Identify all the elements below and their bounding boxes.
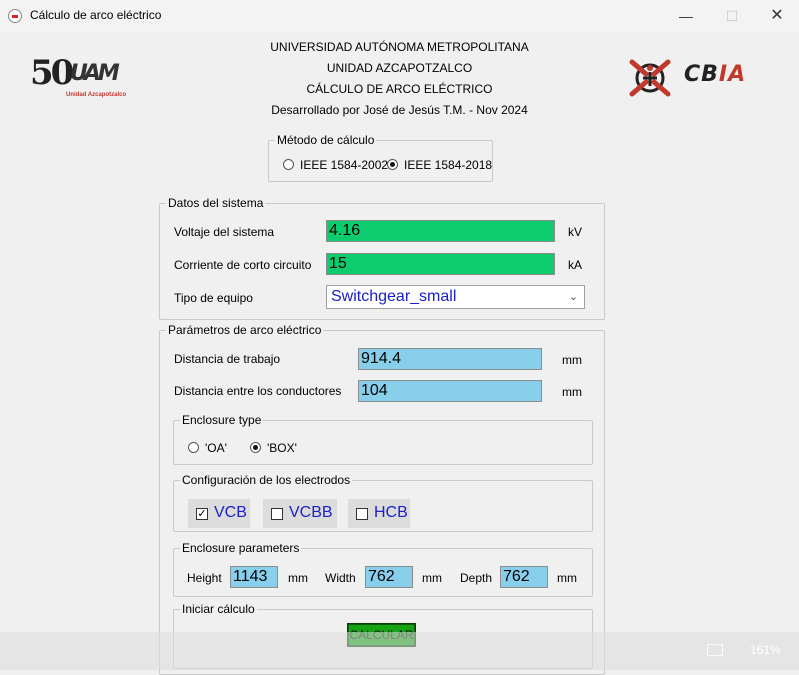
zoom-level: 161% — [750, 643, 781, 657]
checkbox-hcb[interactable]: HCB — [348, 499, 410, 528]
iniciar-calculo-title: Iniciar cálculo — [180, 602, 257, 616]
height-label: Height — [187, 571, 222, 585]
distancia-trabajo-input[interactable]: 914.4 — [358, 348, 542, 370]
logo-sub-text: Unidad Azcapotzalco — [66, 92, 127, 98]
title-bar: Cálculo de arco eléctrico — ☐ ✕ — [0, 0, 799, 32]
uam-50-logo: 50 UAM Unidad Azcapotzalco — [30, 55, 130, 99]
cbia-mark-icon — [629, 59, 671, 97]
maximize-button[interactable]: ☐ — [709, 0, 755, 32]
close-button[interactable]: ✕ — [754, 0, 799, 32]
viewer-overlay-bar — [0, 632, 799, 670]
depth-label: Depth — [460, 571, 493, 585]
radio-box-label[interactable]: 'BOX' — [267, 441, 297, 455]
logo-uam-text: UAM — [70, 61, 120, 86]
cbia-cb-text: CB — [684, 62, 719, 87]
depth-input[interactable]: 762 — [500, 566, 548, 588]
distancia-conductores-label: Distancia entre los conductores — [174, 384, 342, 398]
radio-oa[interactable] — [188, 442, 199, 453]
enclosure-params-group: Enclosure parameters Height 1143 mm Widt… — [173, 541, 593, 597]
checkbox-vcbb-label[interactable]: VCBB — [289, 504, 333, 522]
checkbox-hcb-label[interactable]: HCB — [374, 504, 408, 522]
checkbox-vcb-label[interactable]: VCB — [214, 504, 247, 522]
width-input[interactable]: 762 — [365, 566, 413, 588]
distancia-conductores-input[interactable]: 104 — [358, 380, 542, 402]
logo-50-text: 50 — [30, 53, 74, 93]
voltaje-input[interactable]: 4.16 — [326, 220, 555, 242]
enclosure-type-group: Enclosure type 'OA' 'BOX' — [173, 413, 593, 465]
checkbox-vcb[interactable]: ✓ VCB — [188, 499, 250, 528]
metodo-calculo-title: Método de cálculo — [275, 133, 377, 147]
datos-sistema-title: Datos del sistema — [166, 196, 266, 210]
datos-sistema-group: Datos del sistema Voltaje del sistema 4.… — [159, 196, 605, 320]
width-label: Width — [325, 571, 356, 585]
radio-ieee-2002[interactable] — [283, 159, 294, 170]
checkbox-hcb-mark[interactable] — [356, 508, 368, 520]
window-title: Cálculo de arco eléctrico — [30, 8, 162, 22]
enclosure-params-title: Enclosure parameters — [180, 541, 302, 555]
header-author: Desarrollado por José de Jesús T.M. - No… — [271, 103, 528, 117]
radio-oa-label[interactable]: 'OA' — [205, 441, 227, 455]
minimize-button[interactable]: — — [663, 0, 709, 32]
corriente-unit: kA — [568, 258, 583, 272]
tipo-equipo-select[interactable]: Switchgear_small ⌄ — [326, 285, 585, 309]
electrodos-title: Configuración de los electrodos — [180, 473, 353, 487]
checkbox-vcbb[interactable]: VCBB — [263, 499, 337, 528]
tipo-equipo-label: Tipo de equipo — [174, 291, 253, 305]
enclosure-type-title: Enclosure type — [180, 413, 264, 427]
radio-ieee-2002-label[interactable]: IEEE 1584-2002 — [300, 158, 388, 172]
metodo-calculo-group: Método de cálculo IEEE 1584-2002 IEEE 15… — [268, 133, 493, 182]
distancia-trabajo-label: Distancia de trabajo — [174, 352, 281, 366]
voltaje-label: Voltaje del sistema — [174, 225, 275, 239]
tipo-equipo-value: Switchgear_small — [331, 288, 457, 305]
height-input[interactable]: 1143 — [230, 566, 278, 588]
chevron-down-icon: ⌄ — [568, 291, 578, 303]
cbia-ia-text: IA — [718, 62, 747, 87]
radio-ieee-2018[interactable] — [387, 159, 398, 170]
distancia-conductores-unit: mm — [562, 385, 582, 399]
fit-screen-icon[interactable] — [707, 644, 723, 656]
distancia-trabajo-unit: mm — [562, 353, 582, 367]
radio-box[interactable] — [250, 442, 261, 453]
corriente-label: Corriente de corto circuito — [174, 258, 312, 272]
width-unit: mm — [422, 571, 442, 585]
electrodos-group: Configuración de los electrodos ✓ VCB VC… — [173, 473, 593, 532]
app-icon — [8, 9, 22, 23]
height-unit: mm — [288, 571, 308, 585]
cbia-logo: CBIA — [628, 56, 758, 100]
checkbox-vcb-mark[interactable]: ✓ — [196, 508, 208, 520]
parametros-arco-title: Parámetros de arco eléctrico — [166, 323, 324, 337]
corriente-input[interactable]: 15 — [326, 253, 555, 275]
checkbox-vcbb-mark[interactable] — [271, 508, 283, 520]
header-university: UNIVERSIDAD AUTÓNOMA METROPOLITANA — [270, 40, 529, 54]
depth-unit: mm — [557, 571, 577, 585]
radio-ieee-2018-label[interactable]: IEEE 1584-2018 — [404, 158, 492, 172]
cbia-wordmark: CBIA — [684, 62, 746, 87]
voltaje-unit: kV — [568, 225, 583, 239]
